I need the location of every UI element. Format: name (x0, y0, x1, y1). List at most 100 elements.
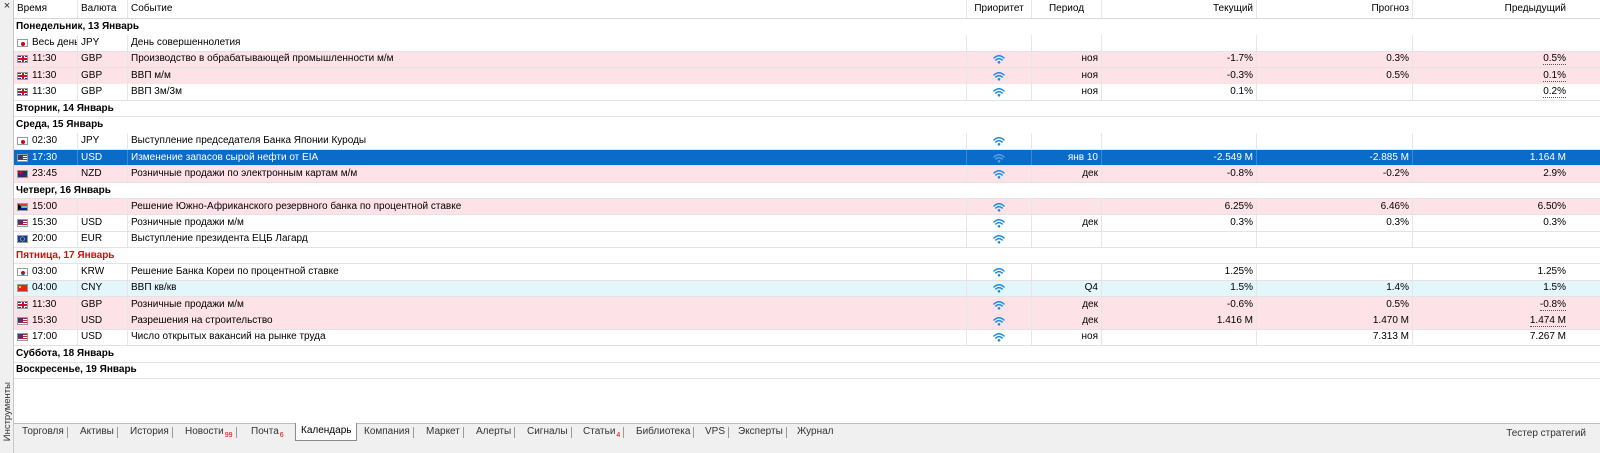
priority-cell (967, 313, 1032, 329)
flag-us-icon (17, 153, 28, 162)
event-row[interactable]: 11:30 GBP ВВП м/м ноя -0.3% 0.5% 0.1% (14, 68, 1600, 85)
event-row[interactable]: 17:00 USD Число открытых вакансий на рынке… (14, 329, 1600, 347)
previous-value: 1.25% (1537, 266, 1566, 278)
column-header-priority[interactable]: Приоритет (967, 0, 1032, 18)
column-header-actual[interactable]: Текущий (1102, 0, 1257, 18)
event-row[interactable]: Весь день JPY День совершеннолетия (14, 35, 1600, 52)
tab-separator (116, 427, 118, 438)
time-cell: 20:00 (14, 231, 78, 248)
currency-cell: CNY (78, 280, 128, 297)
previous-cell (1413, 133, 1569, 149)
tab-6[interactable]: Компания (364, 424, 414, 441)
event-row[interactable]: 04:00 CNY ВВП кв/кв Q4 1.5% 1.4% 1.5% (14, 280, 1600, 298)
tab-label: Активы (80, 426, 114, 437)
event-name-cell: Число открытых вакансий на рынке труда (128, 329, 967, 346)
time-text: 04:00 (32, 282, 58, 294)
tab-separator (693, 427, 695, 438)
column-header-event[interactable]: Событие (128, 0, 967, 18)
currency-cell: GBP (78, 51, 128, 68)
tab-separator (412, 427, 414, 438)
column-header-currency[interactable]: Валюта (78, 0, 128, 18)
tab-4[interactable]: Почта6 (251, 424, 284, 441)
importance-high-icon (993, 235, 1005, 244)
event-row[interactable]: 11:30 GBP Розничные продажи м/м дек -0.6% 0.5… (14, 296, 1600, 314)
tab-0[interactable]: Торговля (22, 424, 68, 441)
forecast-cell (1257, 84, 1413, 100)
tab-7[interactable]: Маркет (426, 424, 464, 441)
event-row[interactable]: 15:30 USD Розничные продажи м/м дек 0.3% 0.3%… (14, 215, 1600, 232)
currency-cell (78, 198, 128, 215)
period-cell: дек (1032, 166, 1102, 182)
tab-13[interactable]: Эксперты (738, 424, 787, 441)
tab-2[interactable]: История (130, 424, 173, 441)
event-row[interactable]: 03:00 KRW Решение Банка Кореи по процентно… (14, 264, 1600, 281)
event-name-cell: Выступление председателя Банка Японии Ку… (128, 133, 967, 150)
currency-cell: USD (78, 215, 128, 231)
flag-cn-icon (17, 284, 28, 293)
priority-cell (967, 296, 1032, 313)
importance-high-icon (993, 88, 1005, 97)
importance-indicator (970, 202, 1028, 212)
actual-cell (1102, 231, 1257, 248)
column-header-time[interactable]: Время (14, 0, 78, 18)
importance-high-icon (993, 169, 1005, 179)
event-row[interactable]: 17:30 USD Изменение запасов сырой нефти от… (14, 149, 1600, 167)
event-row[interactable]: 11:30 GBP Производство в обрабатывающей пр… (14, 51, 1600, 69)
event-row[interactable]: 15:30 USD Разрешения на строительство дек 1.… (14, 313, 1600, 330)
previous-value: 2.9% (1543, 167, 1566, 179)
importance-indicator (970, 332, 1028, 343)
importance-indicator (970, 267, 1028, 277)
event-row[interactable]: 02:30 JPY Выступление председателя Банка Я… (14, 133, 1600, 151)
column-header-period[interactable]: Период (1032, 0, 1102, 18)
forecast-cell: 0.5% (1257, 296, 1413, 313)
tab-3[interactable]: Новости99 (185, 424, 237, 441)
period-cell: янв 10 (1032, 149, 1102, 166)
importance-high-icon (993, 317, 1005, 326)
importance-indicator (970, 136, 1028, 146)
actual-cell: -0.3% (1102, 68, 1257, 84)
column-header-forecast[interactable]: Прогноз (1257, 0, 1413, 18)
tab-8[interactable]: Алерты (476, 424, 516, 441)
period-cell: ноя (1032, 51, 1102, 68)
time-text: 17:00 (32, 331, 58, 343)
tab-separator (66, 427, 68, 438)
event-name-cell: ВВП кв/кв (128, 280, 967, 297)
event-row[interactable]: 15:00 Решение Южно-Африканского резервног… (14, 198, 1600, 216)
importance-high-icon (993, 268, 1005, 277)
time-text: 11:30 (32, 298, 57, 310)
day-header-row: Среда, 15 Январь (14, 117, 1600, 134)
actual-cell (1102, 133, 1257, 150)
priority-cell (967, 35, 1032, 51)
day-header-row: Пятница, 17 Январь (14, 248, 1600, 265)
tab-5[interactable]: Календарь (295, 423, 358, 441)
event-row[interactable]: 20:00 EUR Выступление президента ЕЦБ Лагар… (14, 231, 1600, 249)
tab-label: Торговля (22, 426, 64, 437)
time-text: 15:00 (32, 200, 58, 212)
event-row[interactable]: 23:45 NZD Розничные продажи по электронным… (14, 166, 1600, 183)
time-text: 23:45 (32, 167, 58, 179)
importance-indicator (970, 54, 1028, 65)
currency-cell: NZD (78, 166, 128, 182)
close-icon[interactable]: × (0, 0, 14, 14)
event-row[interactable]: 11:30 GBP ВВП 3м/3м ноя 0.1% 0.2% (14, 84, 1600, 101)
forecast-cell: 1.4% (1257, 280, 1413, 297)
tab-12[interactable]: VPS (705, 424, 730, 441)
actual-cell: -0.8% (1102, 166, 1257, 182)
tab-separator (570, 427, 572, 438)
strategy-tester-button[interactable]: Тестер стратегий (1506, 428, 1586, 439)
day-header-label: Понедельник, 13 Январь (16, 21, 140, 32)
time-cell: 04:00 (14, 280, 78, 297)
forecast-cell (1257, 133, 1413, 150)
event-name-cell: Выступление президента ЕЦБ Лагард (128, 231, 967, 248)
tab-1[interactable]: Активы (80, 424, 118, 441)
tab-10[interactable]: Статьи4 (583, 424, 625, 441)
tab-11[interactable]: Библиотека (636, 424, 695, 441)
previous-cell: 0.3% (1413, 215, 1569, 231)
tab-9[interactable]: Сигналы (527, 424, 572, 441)
toolbox-title: Инструменты (1, 331, 13, 441)
forecast-cell: 0.5% (1257, 68, 1413, 84)
tab-14[interactable]: Журнал (797, 424, 834, 441)
tab-label: VPS (705, 426, 726, 437)
column-header-previous[interactable]: Предыдущий (1413, 0, 1569, 18)
priority-cell (967, 264, 1032, 280)
